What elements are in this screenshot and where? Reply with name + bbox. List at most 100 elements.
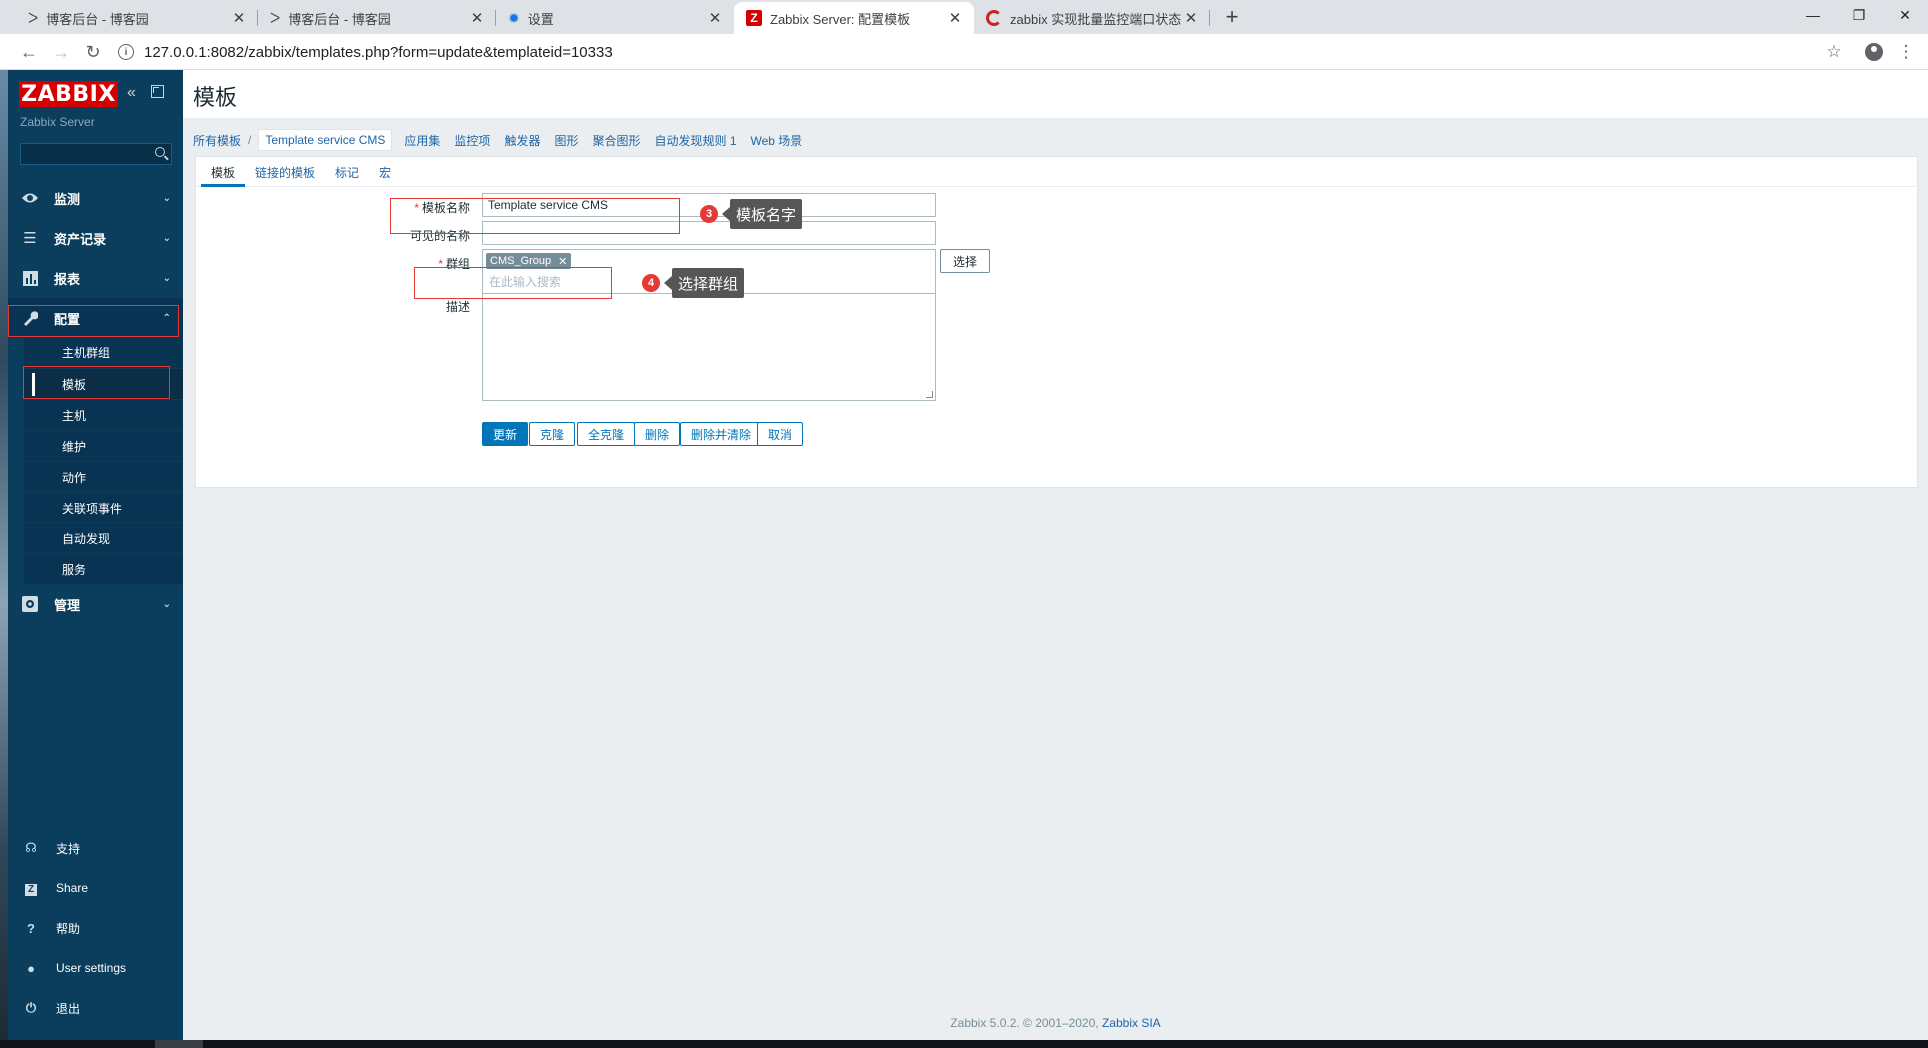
menu-label: 资产记录: [54, 231, 107, 247]
close-icon[interactable]: ✕: [230, 9, 248, 27]
tab-tags[interactable]: 标记: [325, 157, 369, 187]
new-tab-button[interactable]: +: [1220, 6, 1244, 30]
menu-label: 报表: [54, 271, 81, 287]
browser-tab[interactable]: zabbix 实现批量监控端口状态 批 ✕: [974, 2, 1210, 34]
tab-title: Zabbix Server: 配置模板: [770, 11, 911, 27]
submenu-actions[interactable]: 动作: [24, 461, 183, 492]
nav-discovery-rules[interactable]: 自动发现规则 1: [654, 132, 736, 149]
close-icon[interactable]: ✕: [946, 9, 964, 27]
footer-link[interactable]: Zabbix SIA: [1102, 1016, 1161, 1030]
submenu-hosts[interactable]: 主机: [24, 399, 183, 430]
nav-graphs[interactable]: 图形: [554, 132, 578, 149]
browser-tab[interactable]: ᐳ 博客后台 - 博客园 ✕: [16, 2, 258, 34]
chevron-down-icon: ⌄: [162, 598, 171, 610]
close-icon[interactable]: ✕: [1182, 9, 1200, 27]
footer-user-settings[interactable]: ● User settings: [8, 953, 183, 983]
footer-support[interactable]: ☊ 支持: [8, 833, 183, 863]
menu-inventory[interactable]: ☰ 资产记录 ⌄: [8, 218, 183, 258]
chevron-up-icon: ⌃: [162, 312, 171, 324]
search-icon[interactable]: [155, 147, 165, 157]
browser-tab-active[interactable]: Z Zabbix Server: 配置模板 ✕: [734, 2, 974, 34]
submenu-discovery-label[interactable]: 自动发现: [24, 522, 183, 553]
config-submenu: 主机群组 模板 主机 维护 动作 关联项事件: [24, 334, 183, 543]
window-close-button[interactable]: ✕: [1882, 0, 1928, 30]
form-tabs: 模板 链接的模板 标记 宏: [196, 157, 1917, 187]
minimize-button[interactable]: —: [1790, 0, 1836, 30]
visible-name-input[interactable]: [482, 221, 936, 245]
tab-separator: [1209, 10, 1210, 26]
breadcrumb-current[interactable]: Template service CMS: [258, 129, 393, 151]
tab-template[interactable]: 模板: [201, 157, 246, 187]
footer-label: User settings: [56, 961, 127, 975]
tab-macros[interactable]: 宏: [369, 157, 401, 187]
close-icon[interactable]: ✕: [706, 9, 724, 27]
menu-label: 监测: [54, 191, 81, 207]
cnblogs-icon: ᐳ: [28, 9, 39, 26]
url-field[interactable]: i 127.0.0.1:8082/zabbix/templates.php?fo…: [118, 38, 1818, 66]
back-icon[interactable]: ←: [16, 39, 42, 65]
power-icon: ⏻: [25, 1000, 37, 1015]
tab-linked-templates[interactable]: 链接的模板: [245, 157, 325, 187]
required-asterisk: *: [414, 201, 419, 215]
submenu-host-groups[interactable]: 主机群组: [24, 337, 183, 368]
profile-icon[interactable]: [1862, 40, 1886, 64]
submenu-templates[interactable]: 模板: [24, 368, 183, 399]
sidebar: ZABBIX « Zabbix Server 监测 ⌄ ☰ 资产记录 ⌄ 报表 …: [8, 70, 183, 1040]
zabbix-logo[interactable]: ZABBIX: [19, 81, 118, 107]
submenu-maintenance[interactable]: 维护: [24, 430, 183, 461]
menu-administration[interactable]: 管理 ⌄: [8, 584, 183, 624]
nav-items[interactable]: 监控项: [454, 132, 490, 149]
callout-select-group: 选择群组: [663, 268, 745, 298]
remove-tag-icon[interactable]: ✕: [558, 255, 567, 268]
star-icon[interactable]: ☆: [1822, 40, 1846, 64]
browser-tab-bar: ᐳ 博客后台 - 博客园 ✕ ᐳ 博客后台 - 博客园 ✕ ✹ 设置 ✕ Z Z…: [0, 0, 1928, 34]
nav-screens[interactable]: 聚合图形: [592, 132, 640, 149]
delete-button[interactable]: 删除: [634, 422, 681, 446]
label-text: 群组: [445, 257, 470, 271]
browser-tab[interactable]: ✹ 设置 ✕: [496, 2, 734, 34]
tab-title: 博客后台 - 博客园: [288, 11, 391, 27]
footer-signout[interactable]: ⏻ 退出: [8, 993, 183, 1023]
menu-monitoring[interactable]: 监测 ⌄: [8, 178, 183, 218]
submenu-event-correlation[interactable]: 关联项事件: [24, 492, 183, 523]
menu-dots-icon[interactable]: ⋮: [1894, 40, 1918, 64]
close-icon[interactable]: ✕: [468, 9, 486, 27]
groups-search-placeholder[interactable]: 在此输入搜索: [489, 273, 561, 290]
sidebar-search-input[interactable]: [20, 143, 172, 165]
kiosk-mode-icon[interactable]: [151, 85, 164, 98]
breadcrumb-separator: /: [248, 133, 252, 147]
footer-help[interactable]: ? 帮助: [8, 913, 183, 943]
delete-and-clear-button[interactable]: 删除并清除: [680, 422, 763, 446]
footer-label: 帮助: [56, 921, 81, 936]
share-icon: Z: [21, 880, 41, 896]
menu-reports[interactable]: 报表 ⌄: [8, 258, 183, 298]
footer-copyright: Zabbix 5.0.2. © 2001–2020,: [950, 1016, 1099, 1030]
menu-configuration[interactable]: 配置 ⌃: [8, 298, 183, 338]
description-textarea[interactable]: [482, 293, 936, 401]
footer-share[interactable]: Z Share: [8, 873, 183, 903]
cnblogs-icon: ᐳ: [270, 9, 281, 26]
forward-icon[interactable]: →: [48, 39, 74, 65]
select-groups-button[interactable]: 选择: [940, 249, 991, 273]
headset-icon: ☊: [25, 840, 37, 855]
address-bar: ← → ↻ i 127.0.0.1:8082/zabbix/templates.…: [0, 34, 1928, 70]
restore-button[interactable]: ❐: [1836, 0, 1882, 30]
tab-title: 设置: [527, 11, 554, 27]
breadcrumb-all-templates[interactable]: 所有模板: [193, 132, 241, 149]
page-header: 模板: [183, 70, 1928, 118]
cancel-button[interactable]: 取消: [757, 422, 804, 446]
nav-applications[interactable]: 应用集: [404, 132, 440, 149]
browser-tab[interactable]: ᐳ 博客后台 - 博客园 ✕: [258, 2, 496, 34]
info-icon[interactable]: i: [118, 44, 134, 60]
url-text: 127.0.0.1:8082/zabbix/templates.php?form…: [144, 43, 613, 61]
full-clone-button[interactable]: 全克隆: [577, 422, 636, 446]
update-button[interactable]: 更新: [482, 422, 529, 446]
submenu-services[interactable]: 服务: [24, 553, 183, 584]
group-tag-label: CMS_Group: [490, 255, 552, 267]
collapse-sidebar-icon[interactable]: «: [127, 84, 136, 102]
reload-icon[interactable]: ↻: [80, 39, 106, 65]
step-badge: 3: [700, 205, 718, 223]
clone-button[interactable]: 克隆: [529, 422, 576, 446]
nav-web-scenarios[interactable]: Web 场景: [751, 132, 803, 149]
nav-triggers[interactable]: 触发器: [504, 132, 540, 149]
